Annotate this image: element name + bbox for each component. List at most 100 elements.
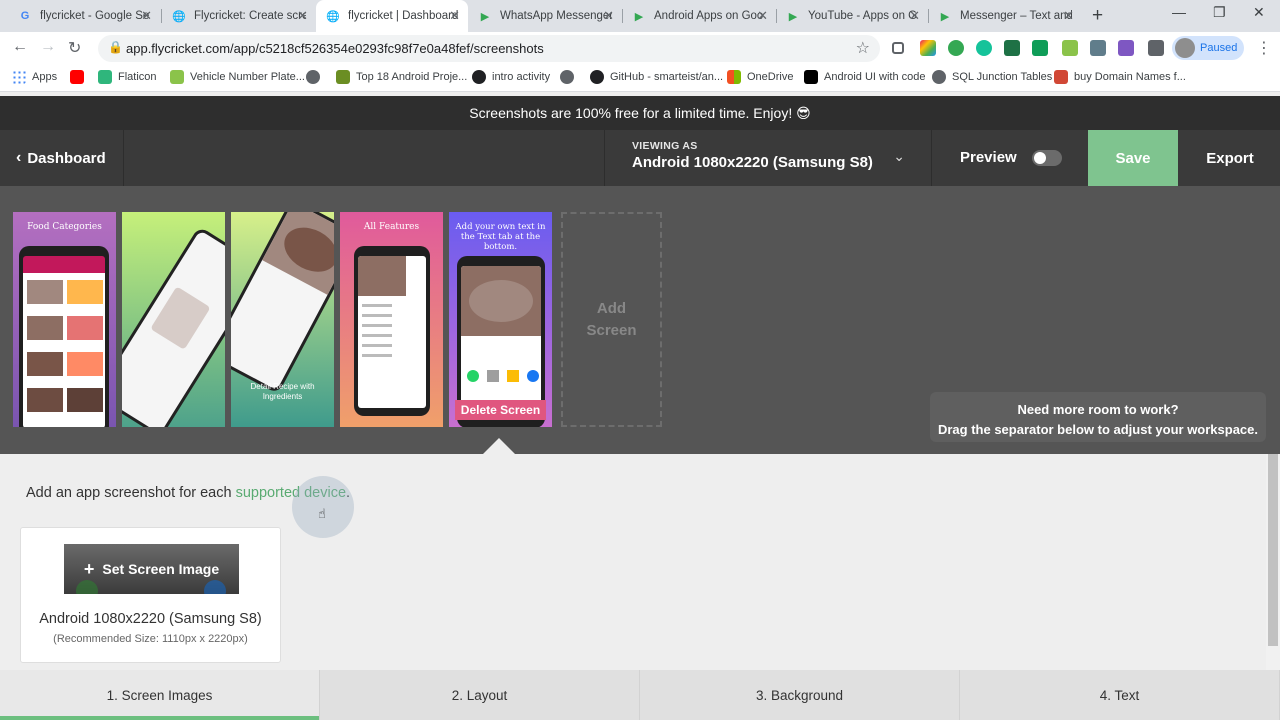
viewing-as-label: VIEWING AS [632,140,698,152]
add-screen-label: Add Screen [586,299,637,339]
color-picker-icon[interactable] [1062,40,1078,56]
promo-banner: Screenshots are 100% free for a limited … [0,96,1280,130]
flaticon-icon [98,70,112,84]
github-icon [590,70,604,84]
close-icon[interactable]: ✕ [1063,8,1074,24]
forward-arrow-icon[interactable]: → [40,38,56,56]
screenshot-icon[interactable] [1118,40,1134,56]
tab-layout[interactable]: 2. Layout [320,670,640,720]
profile-button[interactable]: Paused [1172,36,1244,60]
browser-tab[interactable]: 🌐 Flycricket: Create scre ✕ [162,0,316,32]
bookmark-item[interactable]: SQL Junction Tables [932,70,1052,84]
screen-thumbnail[interactable]: All Features [340,212,443,427]
browser-tab[interactable]: ▶ YouTube - Apps on G ✕ [776,0,928,32]
github-icon [472,70,486,84]
hint-line-2: Drag the separator below to adjust your … [937,422,1259,437]
preview-toggle[interactable] [1032,150,1062,166]
selected-screen-pointer [483,438,515,454]
screen-caption: Add your own text in the Text tab at the… [455,222,546,252]
extension-colors-icon[interactable] [920,40,936,56]
browser-tab-strip: G flycricket - Google Se ✕ 🌐 Flycricket:… [0,0,1280,32]
browser-tab[interactable]: ▶ WhatsApp Messenger ✕ [468,0,622,32]
close-icon[interactable]: ✕ [297,8,308,24]
close-icon[interactable]: ✕ [603,8,614,24]
screen-caption: All Features [363,222,420,232]
close-window-button[interactable]: ✕ [1253,4,1265,21]
screen-thumbnail[interactable]: Detail Recipe with Ingredients [231,212,334,427]
globe-icon [306,70,320,84]
tab-title: Flycricket: Create scre [194,10,306,22]
reload-icon[interactable]: ↻ [68,38,81,58]
bookmark-item[interactable]: OneDrive [727,70,793,84]
step-tabs: 1. Screen Images 2. Layout 3. Background… [0,670,1280,720]
play-store-icon: ▶ [788,10,798,23]
add-screen-button[interactable]: Add Screen [561,212,662,427]
new-tab-button[interactable]: + [1092,5,1103,27]
extension-icon[interactable] [1090,40,1106,56]
profile-status: Paused [1200,42,1238,54]
tab-screen-images[interactable]: 1. Screen Images [0,670,320,720]
vehicle-icon [170,70,184,84]
screen-thumbnail-selected[interactable]: Add your own text in the Text tab at the… [449,212,552,427]
bookmark-item[interactable]: Flaticon [98,70,157,84]
screen-thumbnail[interactable] [122,212,225,427]
avatar [1175,38,1195,58]
bookmark-item[interactable] [306,70,326,84]
set-screen-image-button[interactable]: + Set Screen Image [64,544,239,594]
minimize-button[interactable]: — [1172,4,1186,20]
tab-background[interactable]: 3. Background [640,670,960,720]
back-arrow-icon[interactable]: ← [12,38,28,56]
youtube-icon [70,70,84,84]
tab-text[interactable]: 4. Text [960,670,1280,720]
plus-icon: + [83,558,95,579]
dashboard-back-button[interactable]: ‹ Dashboard [0,130,124,186]
tab-title: WhatsApp Messenger [500,10,612,22]
browser-tab[interactable]: ▶ Messenger – Text and ✕ [928,0,1082,32]
lock-icon: 🔒 [108,40,123,54]
browser-tab[interactable]: ▶ Android Apps on Goo ✕ [622,0,776,32]
bookmark-item[interactable]: Top 18 Android Proje... [336,70,467,84]
url-text[interactable]: app.flycricket.com/app/c5218cf526354e029… [126,41,544,56]
close-icon[interactable]: ✕ [141,8,152,24]
device-card: + Set Screen Image Android 1080x2220 (Sa… [20,527,281,663]
bookmark-item[interactable]: Android UI with code [804,70,926,84]
chevron-left-icon: ‹ [16,149,22,166]
bookmark-item[interactable]: buy Domain Names f... [1054,70,1186,84]
save-button[interactable]: Save [1088,130,1178,186]
bookmark-item[interactable]: Vehicle Number Plate... [170,70,305,84]
browser-tab-active[interactable]: 🌐 flycricket | Dashboard ✕ [316,0,468,32]
bookmark-item[interactable]: Apps [12,70,57,84]
microsoft-icon [727,70,741,84]
bookmark-star-icon[interactable]: ☆ [856,38,870,58]
globe-icon [932,70,946,84]
bookmark-item[interactable]: intro activity [472,70,550,84]
apps-grid-icon [12,70,26,84]
tab-title: Messenger – Text and [960,10,1072,22]
close-icon[interactable]: ✕ [449,8,460,24]
reading-list-icon[interactable] [892,42,904,54]
sheets-icon[interactable] [1032,40,1048,56]
screens-workspace: Food Categories Detail Recipe with Ingre… [0,186,1280,454]
medium-icon [804,70,818,84]
chrome-menu-icon[interactable]: ⋮ [1256,38,1272,58]
bookmark-item[interactable] [560,70,580,84]
delete-screen-button[interactable]: Delete Screen [455,400,546,420]
browser-tab[interactable]: G flycricket - Google Se ✕ [8,0,160,32]
screen-caption: Detail Recipe with Ingredients [250,382,315,401]
close-icon[interactable]: ✕ [757,8,768,24]
bookmark-item[interactable]: GitHub - smarteist/an... [590,70,723,84]
address-bar[interactable]: 🔒 app.flycricket.com/app/c5218cf526354e0… [98,35,880,62]
screen-thumbnail[interactable]: Food Categories [13,212,116,427]
extension-green-icon[interactable] [948,40,964,56]
scrollbar[interactable] [1266,454,1280,670]
grammarly-icon[interactable] [976,40,992,56]
excel-icon[interactable] [1004,40,1020,56]
puzzle-icon[interactable] [1148,40,1164,56]
restore-button[interactable]: ❐ [1213,4,1226,21]
export-button[interactable]: Export [1180,130,1280,186]
tab-title: flycricket | Dashboard [348,10,459,22]
hint-line-1: Need more room to work? [1017,402,1179,417]
bookmark-item[interactable] [70,70,90,84]
close-icon[interactable]: ✕ [909,8,920,24]
device-selector[interactable]: VIEWING AS Android 1080x2220 (Samsung S8… [604,130,932,186]
